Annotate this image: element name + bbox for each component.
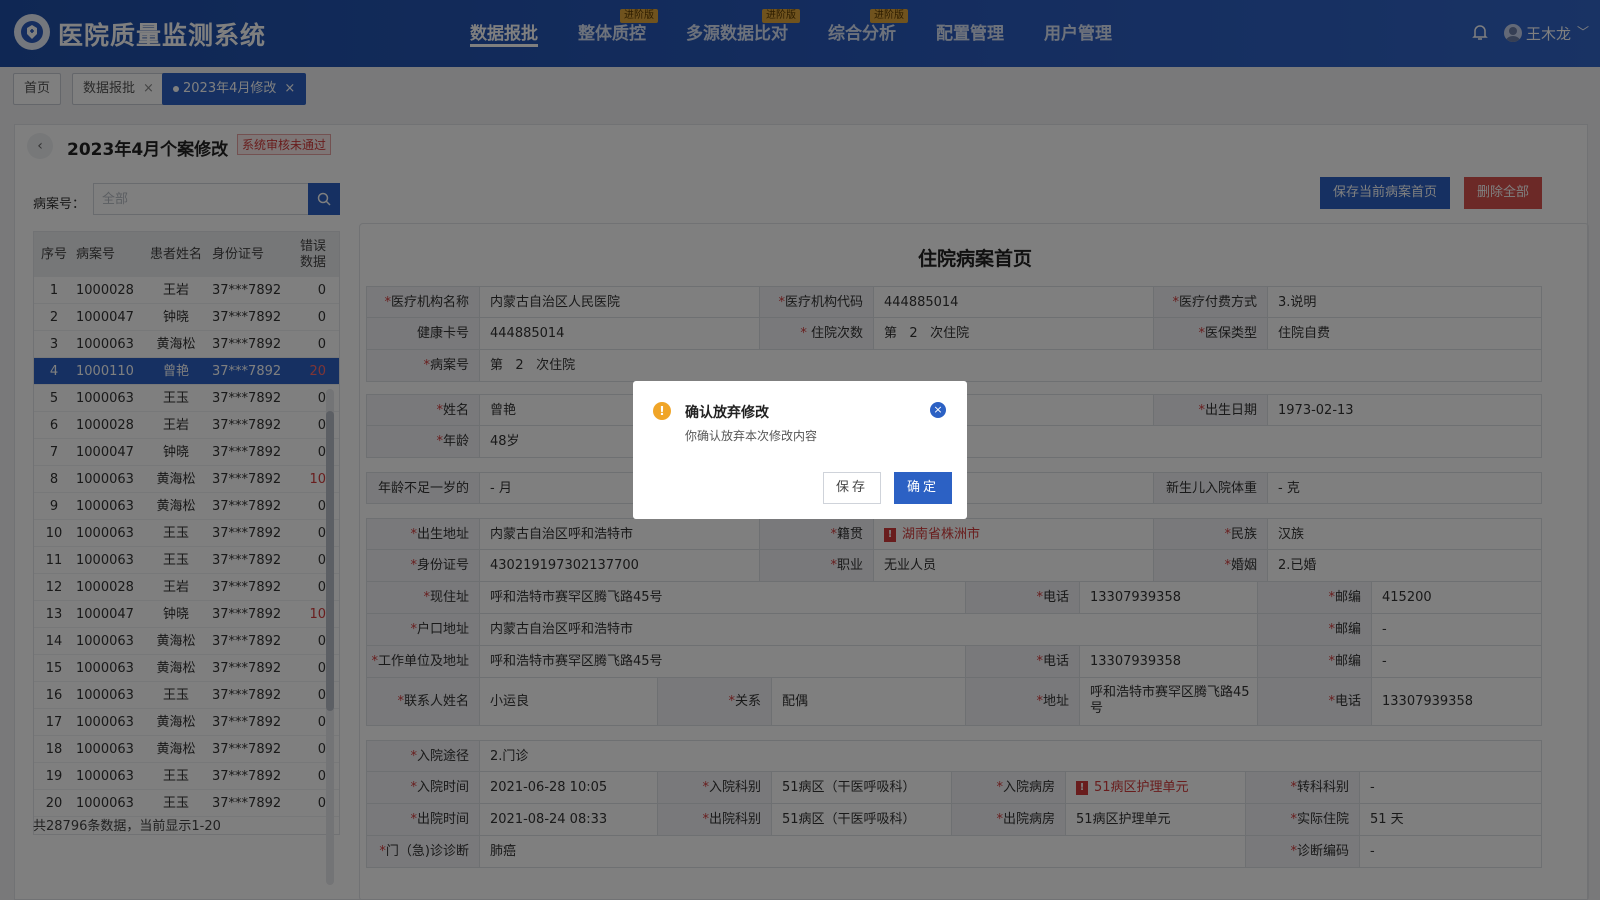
close-icon[interactable]: × (930, 402, 946, 418)
dialog-save-button[interactable]: 保存 (823, 472, 881, 504)
dialog-title: 确认放弃修改 (685, 405, 769, 421)
dialog-confirm-button[interactable]: 确定 (894, 472, 952, 504)
confirm-discard-dialog: ! 确认放弃修改 你确认放弃本次修改内容 × 保存 确定 (633, 381, 967, 519)
dialog-message: 你确认放弃本次修改内容 (685, 429, 818, 443)
warning-icon: ! (653, 402, 671, 420)
